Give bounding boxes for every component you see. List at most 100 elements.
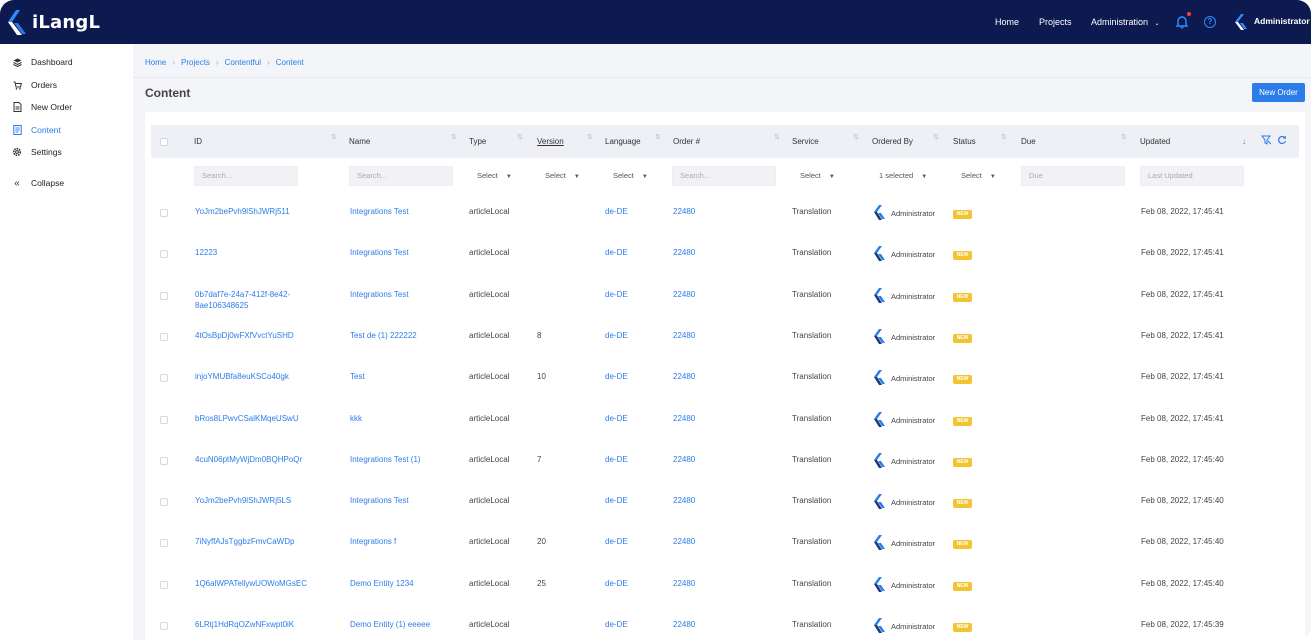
row-id-link[interactable]: 6LRtj1HdRqOZwNFxwpt0iK <box>195 620 294 629</box>
row-checkbox[interactable] <box>160 250 168 259</box>
breadcrumb-projects[interactable]: Projects <box>181 58 210 67</box>
row-name-link[interactable]: Integrations Test <box>350 290 409 299</box>
header-updated[interactable]: Updated <box>1140 137 1170 146</box>
row-order-link[interactable]: 22480 <box>673 290 695 299</box>
row-language[interactable]: de-DE <box>605 496 628 505</box>
row-checkbox[interactable] <box>160 374 168 383</box>
row-id-link[interactable]: 0b7daf7e-24a7-412f-8e42- <box>195 290 290 299</box>
id-search-input[interactable]: Search... <box>194 166 298 186</box>
refresh-icon[interactable] <box>1277 135 1287 145</box>
row-name-link[interactable]: Test <box>350 372 365 381</box>
row-language[interactable]: de-DE <box>605 248 628 257</box>
sidebar-item-content[interactable]: Content <box>12 123 61 137</box>
row-id-link-cont[interactable]: 8ae106348625 <box>195 301 248 310</box>
row-checkbox[interactable] <box>160 209 168 217</box>
table-row[interactable]: 6LRtj1HdRqOZwNFxwpt0iK Demo Entity (1) ee… <box>145 605 1305 640</box>
header-order[interactable]: Order # <box>673 137 700 146</box>
row-name-link[interactable]: Integrations f <box>350 537 396 546</box>
row-checkbox[interactable] <box>160 539 168 548</box>
header-id[interactable]: ID <box>194 137 202 146</box>
nav-projects[interactable]: Projects <box>1039 17 1072 27</box>
row-checkbox[interactable] <box>160 498 168 507</box>
avatar[interactable] <box>1234 13 1248 31</box>
sort-icon[interactable]: ⇅ <box>517 134 523 141</box>
table-row[interactable]: injoYMUBfa8euKSCo40gk Test articleLocal 10 d… <box>145 357 1305 398</box>
header-language[interactable]: Language <box>605 137 641 146</box>
clear-filter-icon[interactable] <box>1261 135 1271 145</box>
language-select[interactable]: Select ▼ <box>613 166 648 186</box>
row-name-link[interactable]: Test de (1) 222222 <box>350 331 417 340</box>
table-row[interactable]: 0b7daf7e-24a7-412f-8e42- Integrations Tes… <box>145 275 1305 316</box>
sort-icon[interactable]: ⇅ <box>451 134 457 141</box>
row-name-link[interactable]: Integrations Test <box>350 248 409 257</box>
row-language[interactable]: de-DE <box>605 579 628 588</box>
help-icon[interactable]: ? <box>1204 16 1216 28</box>
row-id-link[interactable]: 4tOsBpDj0wFXfVvctYuSHD <box>195 331 294 340</box>
breadcrumb-contentful[interactable]: Contentful <box>225 58 261 67</box>
bell-icon[interactable] <box>1176 16 1188 29</box>
service-select[interactable]: Select ▼ <box>800 166 835 186</box>
sort-icon[interactable]: ⇅ <box>587 134 593 141</box>
row-language[interactable]: de-DE <box>605 372 628 381</box>
table-row[interactable]: 4cuN06ptMyWjDm0BQHPoQr Integrations Test … <box>145 440 1305 481</box>
row-name-link[interactable]: Demo Entity 1234 <box>350 579 414 588</box>
sidebar-item-settings[interactable]: Settings <box>12 145 62 159</box>
row-id-link[interactable]: YoJm2bePvh9lShJWRj5LS <box>195 496 291 505</box>
header-ordered-by[interactable]: Ordered By <box>872 137 913 146</box>
header-due[interactable]: Due <box>1021 137 1036 146</box>
row-id-link[interactable]: bRos8LPwvCSalKMqeUSwU <box>195 414 299 423</box>
sort-icon[interactable]: ⇅ <box>1001 134 1007 141</box>
sort-icon[interactable]: ⇅ <box>853 134 859 141</box>
row-checkbox[interactable] <box>160 456 168 465</box>
table-row[interactable]: 7iNyffAJsTggbzFmvCaWDp Integrations f arti… <box>145 522 1305 563</box>
status-select[interactable]: Select ▼ <box>961 166 996 186</box>
row-checkbox[interactable] <box>160 332 168 341</box>
type-select[interactable]: Select ▼ <box>477 166 512 186</box>
breadcrumb-home[interactable]: Home <box>145 58 166 67</box>
table-row[interactable]: 12223 Integrations Test articleLocal de-DE 2… <box>145 233 1305 274</box>
row-language[interactable]: de-DE <box>605 207 628 216</box>
table-row[interactable]: 1Q6alWPATellywUOWoMGsEC Demo Entity 1234 a… <box>145 564 1305 605</box>
row-name-link[interactable]: Integrations Test (1) <box>350 455 421 464</box>
updated-date-input[interactable]: Last Updated <box>1140 166 1244 186</box>
row-id-link[interactable]: injoYMUBfa8euKSCo40gk <box>195 372 289 381</box>
header-version[interactable]: Version <box>537 137 564 146</box>
row-id-link[interactable]: 12223 <box>195 248 217 257</box>
table-row[interactable]: 4tOsBpDj0wFXfVvctYuSHD Test de (1) 222222… <box>145 316 1305 357</box>
row-id-link[interactable]: 4cuN06ptMyWjDm0BQHPoQr <box>195 455 302 464</box>
row-order-link[interactable]: 22480 <box>673 579 695 588</box>
user-name[interactable]: Administrator <box>1254 16 1310 26</box>
header-name[interactable]: Name <box>349 137 370 146</box>
row-language[interactable]: de-DE <box>605 455 628 464</box>
row-checkbox[interactable] <box>160 580 168 589</box>
sort-icon[interactable]: ⇅ <box>933 134 939 141</box>
row-order-link[interactable]: 22480 <box>673 414 695 423</box>
header-service[interactable]: Service <box>792 137 819 146</box>
row-name-link[interactable]: Integrations Test <box>350 207 409 216</box>
row-id-link[interactable]: YoJm2bePvh9lShJWRj511 <box>195 207 290 216</box>
logo[interactable]: iLangL <box>6 8 100 36</box>
row-checkbox[interactable] <box>160 622 168 630</box>
row-order-link[interactable]: 22480 <box>673 496 695 505</box>
header-status[interactable]: Status <box>953 137 976 146</box>
sort-desc-icon[interactable]: ↓ <box>1242 137 1246 146</box>
name-search-input[interactable]: Search... <box>349 166 453 186</box>
breadcrumb-content[interactable]: Content <box>276 58 304 67</box>
row-order-link[interactable]: 22480 <box>673 331 695 340</box>
order-search-input[interactable]: Search... <box>672 166 776 186</box>
row-order-link[interactable]: 22480 <box>673 455 695 464</box>
row-language[interactable]: de-DE <box>605 331 628 340</box>
row-checkbox[interactable] <box>160 415 168 424</box>
row-order-link[interactable]: 22480 <box>673 248 695 257</box>
sidebar-item-dashboard[interactable]: Dashboard <box>12 55 73 69</box>
select-all-checkbox[interactable] <box>160 138 168 146</box>
row-order-link[interactable]: 22480 <box>673 207 695 216</box>
table-row[interactable]: bRos8LPwvCSalKMqeUSwU kkk articleLocal de-D… <box>145 399 1305 440</box>
header-type[interactable]: Type <box>469 137 486 146</box>
version-select[interactable]: Select ▼ <box>545 166 580 186</box>
ordered-by-select[interactable]: 1 selected ▼ <box>879 166 927 186</box>
new-order-button[interactable]: New Order <box>1252 83 1305 102</box>
row-language[interactable]: de-DE <box>605 414 628 423</box>
row-id-link[interactable]: 7iNyffAJsTggbzFmvCaWDp <box>195 537 294 546</box>
table-row[interactable]: YoJm2bePvh9lShJWRj511 Integrations Test ar… <box>145 192 1305 233</box>
